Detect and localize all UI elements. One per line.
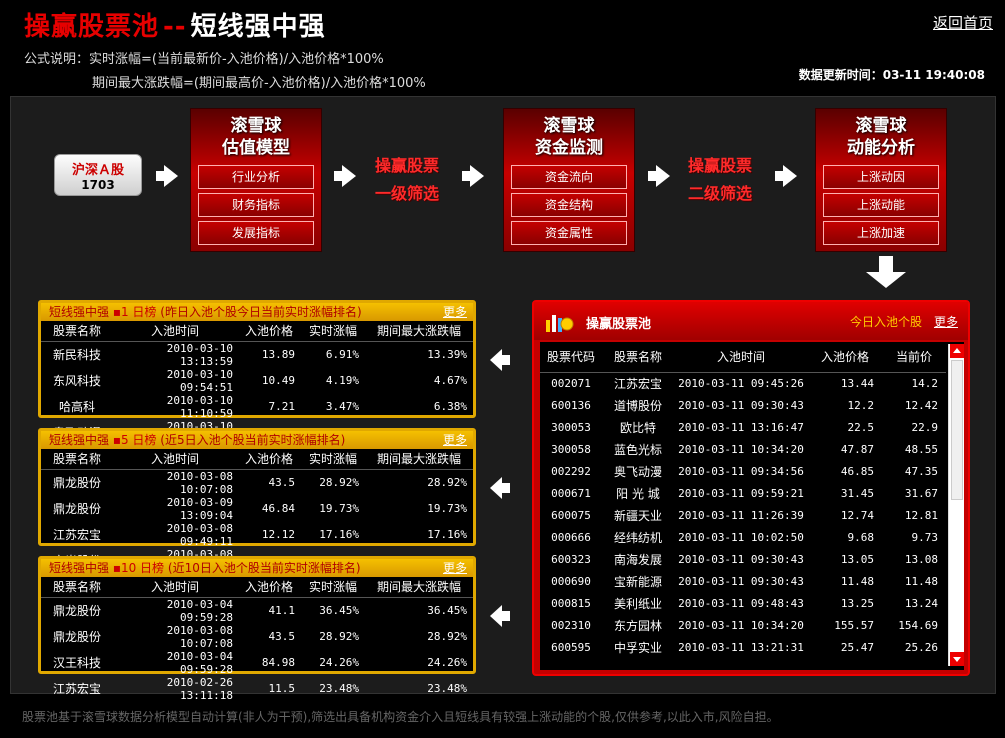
table-row[interactable]: 002292 奥飞动漫 2010-03-11 09:34:56 46.85 47.35 <box>540 460 946 482</box>
update-time: 数据更新时间：03-11 19:40:08 <box>798 68 985 82</box>
formula-period: 期间最大涨跌幅=(期间最高价-入池价格)/入池价格*100% <box>92 76 426 91</box>
rank-1day: 短线强中强 ▪1 日榜 (昨日入池个股今日当前实时涨幅排名) 更多 股票名称 入池… <box>38 300 476 446</box>
chart-bars-icon <box>546 315 574 332</box>
rank-header: 短线强中强 ▪10 日榜 (近10日入池个股当前实时涨幅排名) 更多 <box>41 559 473 577</box>
table-row[interactable]: 000815 美利纸业 2010-03-11 09:48:43 13.25 13.24 <box>540 592 946 614</box>
model-capital: 滚雪球 资金监测 资金流向 资金结构 资金属性 <box>503 108 635 252</box>
pool-table: 股票代码 股票名称 入池时间 入池价格 当前价 002071 江苏宏宝 2010-03-11… <box>540 342 946 658</box>
financial-index-button[interactable]: 财务指标 <box>198 193 314 217</box>
arrow-right-icon <box>462 165 484 187</box>
rank-header: 短线强中强 ▪1 日榜 (昨日入池个股今日当前实时涨幅排名) 更多 <box>41 303 473 321</box>
rank-5day: 短线强中强 ▪5 日榜 (近5日入池个股当前实时涨幅排名) 更多 股票名称 入池时… <box>38 428 476 574</box>
table-row[interactable]: 600136 道博股份 2010-03-11 09:30:43 12.2 12.42 <box>540 394 946 416</box>
formula-realtime: 公式说明：实时涨幅=(当前最新价-入池价格)/入池价格*100% <box>24 52 384 67</box>
model-momentum: 滚雪球 动能分析 上涨动因 上涨动能 上涨加速 <box>815 108 947 252</box>
rank-10day: 短线强中强 ▪10 日榜 (近10日入池个股当前实时涨幅排名) 更多 股票名称入… <box>38 556 476 702</box>
pool-scrollbar[interactable] <box>948 344 964 666</box>
table-row[interactable]: 600323 南海发展 2010-03-11 09:30:43 13.05 13.08 <box>540 548 946 570</box>
capital-flow-button[interactable]: 资金流向 <box>511 165 627 189</box>
table-row[interactable]: 江苏宏宝 2010-02-26 13:11:18 11.5 23.48% 23.48% <box>41 676 473 702</box>
table-row[interactable]: 600595 中孚实业 2010-03-11 13:21:31 25.47 25.26 <box>540 636 946 658</box>
title-sub: 短线强中强 <box>190 12 326 42</box>
table-row[interactable]: 鼎龙股份 2010-03-04 09:59:28 41.1 36.45% 36.45% <box>41 597 473 624</box>
rank-more-link[interactable]: 更多 <box>443 303 467 321</box>
capital-structure-button[interactable]: 资金结构 <box>511 193 627 217</box>
industry-analysis-button[interactable]: 行业分析 <box>198 165 314 189</box>
rise-acceleration-button[interactable]: 上涨加速 <box>823 221 939 245</box>
rank-more-link[interactable]: 更多 <box>443 559 467 577</box>
model-title: 滚雪球 动能分析 <box>847 116 915 158</box>
arrow-left-icon <box>490 477 510 499</box>
arrow-right-icon <box>648 165 670 187</box>
arrow-right-icon <box>334 165 356 187</box>
table-row[interactable]: 000690 宝新能源 2010-03-11 09:30:43 11.48 11.48 <box>540 570 946 592</box>
rank-table: 股票名称 入池时间 入池价格 实时涨幅 期间最大涨跌幅 鼎龙股份 2010-03-04 0… <box>41 577 473 702</box>
table-row[interactable]: 300053 欧比特 2010-03-11 13:16:47 22.5 22.9 <box>540 416 946 438</box>
rank-table: 股票名称 入池时间 入池价格 实时涨幅 期间最大涨跌幅 新民科技 2010-03-10 1… <box>41 321 473 446</box>
pool-list[interactable]: 股票代码 股票名称 入池时间 入池价格 当前价 002071 江苏宏宝 2010-03-11… <box>540 342 964 670</box>
scroll-up-button[interactable] <box>950 344 964 358</box>
table-row[interactable]: 002071 江苏宏宝 2010-03-11 09:45:26 13.44 14.2 <box>540 372 946 394</box>
filter-level1: 操赢股票 一级筛选 <box>374 156 439 203</box>
table-row[interactable]: 哈高科 2010-03-10 11:10:59 7.21 3.47% 6.38% <box>41 394 473 420</box>
pool-more-link[interactable]: 更多 <box>934 313 958 330</box>
table-row[interactable]: 300058 蓝色光标 2010-03-11 10:34:20 47.87 48.55 <box>540 438 946 460</box>
table-row[interactable]: 000666 经纬纺机 2010-03-11 10:02:50 9.68 9.73 <box>540 526 946 548</box>
table-row[interactable]: 汉王科技 2010-03-04 09:59:28 84.98 24.26% 24.26% <box>41 650 473 676</box>
model-title: 滚雪球 资金监测 <box>535 116 603 158</box>
pool-header: 操赢股票池 今日入池个股 更多 <box>534 302 968 340</box>
arrow-right-icon <box>775 165 797 187</box>
arrow-left-icon <box>490 605 510 627</box>
arrow-right-icon <box>156 165 178 187</box>
model-valuation: 滚雪球 估值模型 行业分析 财务指标 发展指标 <box>190 108 322 252</box>
title-separator: -- <box>163 12 187 42</box>
pool-today-label: 今日入池个股 <box>849 315 922 329</box>
rank-table: 股票名称 入池时间 入池价格 实时涨幅 期间最大涨跌幅 鼎龙股份 2010-03-08 1… <box>41 449 473 574</box>
home-link[interactable]: 返回首页 <box>933 12 993 33</box>
scroll-thumb[interactable] <box>951 360 963 500</box>
capital-attribute-button[interactable]: 资金属性 <box>511 221 627 245</box>
stock-pool-panel: 操赢股票池 今日入池个股 更多 股票代码 股票名称 入池时间 入池价格 当前价 0020… <box>532 300 970 676</box>
development-index-button[interactable]: 发展指标 <box>198 221 314 245</box>
rise-cause-button[interactable]: 上涨动因 <box>823 165 939 189</box>
scroll-down-button[interactable] <box>950 652 964 666</box>
title-main: 操赢股票池 <box>24 12 160 42</box>
rank-header: 短线强中强 ▪5 日榜 (近5日入池个股当前实时涨幅排名) 更多 <box>41 431 473 449</box>
table-row[interactable]: 江苏宏宝 2010-03-08 09:49:11 12.12 17.16% 17.16% <box>41 522 473 548</box>
page-title: 操赢股票池 -- 短线强中强 <box>24 6 326 43</box>
table-row[interactable]: 鼎龙股份 2010-03-08 10:07:08 43.5 28.92% 28.92% <box>41 469 473 496</box>
footer-disclaimer: 股票池基于滚雪球数据分析模型自动计算(非人为干预),筛选出具备机构资金介入且短线… <box>22 710 779 724</box>
filter-level2: 操赢股票 二级筛选 <box>687 156 752 203</box>
model-title: 滚雪球 估值模型 <box>222 116 290 158</box>
rank-more-link[interactable]: 更多 <box>443 431 467 449</box>
table-row[interactable]: 鼎龙股份 2010-03-08 10:07:08 43.5 28.92% 28.92% <box>41 624 473 650</box>
table-row[interactable]: 000671 阳 光 城 2010-03-11 09:59:21 31.45 31.67 <box>540 482 946 504</box>
market-count: 1703 <box>81 178 115 192</box>
arrow-left-icon <box>490 349 510 371</box>
rise-momentum-button[interactable]: 上涨动能 <box>823 193 939 217</box>
table-row[interactable]: 东风科技 2010-03-10 09:54:51 10.49 4.19% 4.67% <box>41 368 473 394</box>
arrow-down-icon <box>866 256 906 288</box>
table-row[interactable]: 鼎龙股份 2010-03-09 13:09:04 46.84 19.73% 19.73% <box>41 496 473 522</box>
pool-title: 操赢股票池 <box>586 317 652 332</box>
market-badge[interactable]: 沪深Ａ股 1703 <box>54 154 142 196</box>
table-row[interactable]: 600075 新疆天业 2010-03-11 11:26:39 12.74 12.81 <box>540 504 946 526</box>
market-name: 沪深Ａ股 <box>71 163 124 178</box>
table-row[interactable]: 002310 东方园林 2010-03-11 10:34:20 155.57 154.6… <box>540 614 946 636</box>
table-row[interactable]: 新民科技 2010-03-10 13:13:59 13.89 6.91% 13.39% <box>41 341 473 368</box>
